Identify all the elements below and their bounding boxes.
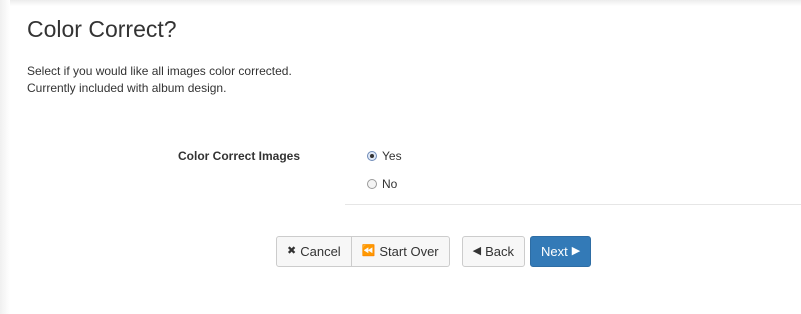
description-line: Currently included with album design. xyxy=(27,81,227,95)
radio-button-no[interactable] xyxy=(367,179,377,189)
next-button-label: Next xyxy=(541,244,568,259)
next-button[interactable]: Next ▶ xyxy=(530,236,592,267)
panel: Color Correct? Select if you would like … xyxy=(0,0,801,314)
x-icon: ✖ xyxy=(287,245,297,257)
radio-option-yes[interactable]: Yes xyxy=(367,149,402,163)
double-left-icon: ⏪ xyxy=(361,245,376,257)
top-shadow xyxy=(0,0,801,6)
back-button[interactable]: ◀ Back xyxy=(461,236,526,267)
radio-label-yes: Yes xyxy=(382,149,402,163)
start-over-button[interactable]: ⏪ Start Over xyxy=(351,236,450,267)
caret-left-icon: ◀ xyxy=(472,245,482,257)
caret-right-icon: ▶ xyxy=(571,245,581,257)
back-button-label: Back xyxy=(485,244,515,259)
cancel-button[interactable]: ✖ Cancel xyxy=(276,236,352,267)
wizard-buttons: ✖ Cancel ⏪ Start Over ◀ Back Next ▶ xyxy=(276,236,592,267)
radio-option-no[interactable]: No xyxy=(367,177,397,191)
description: Select if you would like all images colo… xyxy=(27,63,292,97)
cancel-button-label: Cancel xyxy=(300,244,341,259)
left-shadow xyxy=(0,0,10,314)
start-over-button-label: Start Over xyxy=(379,244,439,259)
page-title: Color Correct? xyxy=(27,16,177,42)
field-label-color-correct: Color Correct Images xyxy=(178,149,301,163)
radio-label-no: No xyxy=(382,177,398,191)
divider xyxy=(345,204,801,205)
description-line: Select if you would like all images colo… xyxy=(27,64,292,78)
radio-button-yes[interactable] xyxy=(367,151,377,161)
